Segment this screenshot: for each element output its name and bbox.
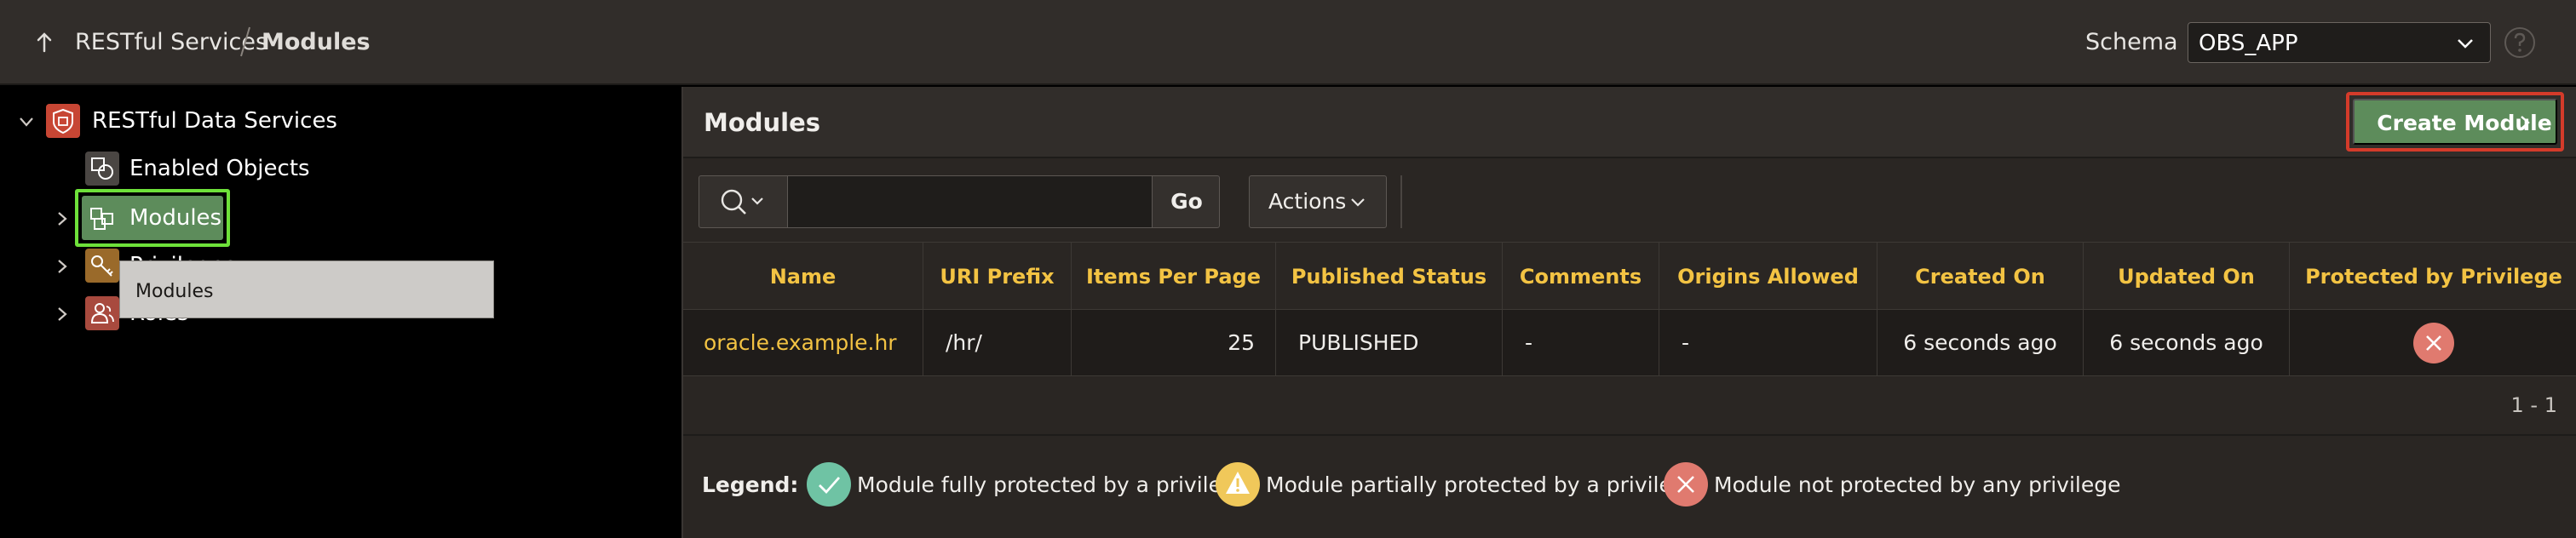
tooltip-text: Modules (135, 281, 214, 302)
chevron-down-icon[interactable] (17, 112, 36, 131)
chevron-right-icon[interactable] (53, 305, 72, 323)
tree-item-root[interactable]: RESTful Data Services (0, 99, 681, 143)
tree-label-enabled-objects: Enabled Objects (129, 156, 310, 181)
chevron-right-icon[interactable] (53, 257, 72, 276)
column-header-protected-by-privilege[interactable]: Protected by Privilege (2290, 243, 2576, 311)
rest-services-icon (46, 104, 80, 138)
schema-select[interactable]: OBS_APP (2188, 22, 2491, 63)
cell-updated-on: 6 seconds ago (2084, 310, 2290, 376)
chevron-right-icon (2521, 116, 2530, 129)
top-bar: RESTful Services Modules Schema OBS_APP (0, 0, 2576, 85)
table-row: oracle.example.hr /hr/ 25 PUBLISHED - - … (683, 310, 2576, 376)
tree-label-modules: Modules (129, 205, 222, 231)
go-button[interactable]: Go (1153, 176, 1221, 227)
roles-icon (85, 296, 119, 330)
chevron-down-icon (1351, 198, 1365, 207)
actions-menu-button[interactable]: Actions (1249, 175, 1387, 228)
cell-origins-allowed: - (1659, 310, 1877, 376)
modules-icon (85, 201, 119, 235)
page-title: Modules (704, 108, 821, 137)
fully-protected-icon (807, 462, 851, 507)
schema-label: Schema (2085, 29, 2178, 55)
column-header-created-on[interactable]: Created On (1877, 243, 2084, 311)
not-protected-icon (1664, 462, 1708, 507)
tooltip: Modules (119, 260, 494, 318)
column-header-updated-on[interactable]: Updated On (2084, 243, 2290, 311)
partially-protected-icon (1216, 462, 1260, 507)
table-header: Name URI Prefix Items Per Page Published… (683, 242, 2576, 311)
pagination: 1 - 1 (683, 376, 2576, 436)
cell-created-on: 6 seconds ago (1877, 310, 2084, 376)
cell-items-per-page: 25 (1072, 310, 1276, 376)
legend-title: Legend: (702, 472, 799, 497)
legend-not-protected: Module not protected by any privilege (1714, 472, 2121, 497)
tree-label-root: RESTful Data Services (92, 108, 337, 134)
column-header-comments[interactable]: Comments (1503, 243, 1659, 311)
search-group: Go (699, 175, 1220, 228)
not-protected-icon (2413, 323, 2454, 363)
actions-label: Actions (1268, 189, 1347, 214)
column-header-uri-prefix[interactable]: URI Prefix (923, 243, 1072, 311)
breadcrumb-current: Modules (262, 29, 371, 55)
legend: Legend: Module fully protected by a priv… (683, 438, 2576, 538)
report-toolbar: Go Actions (683, 160, 2576, 242)
column-header-name[interactable]: Name (683, 243, 923, 311)
search-input[interactable] (788, 176, 1153, 227)
legend-partially-protected: Module partially protected by a privileg… (1266, 472, 1699, 497)
legend-fully-protected: Module fully protected by a privilege (857, 472, 1249, 497)
key-icon (85, 249, 119, 283)
toolbar-divider (1400, 175, 1402, 228)
cell-comments: - (1503, 310, 1659, 376)
arrow-up-icon[interactable] (29, 27, 60, 58)
main-panel: Modules Create Module Go Actions Name UR… (681, 87, 2576, 538)
tree-item-enabled-objects[interactable]: Enabled Objects (0, 146, 681, 191)
help-icon[interactable] (2503, 26, 2537, 60)
column-header-published-status[interactable]: Published Status (1276, 243, 1503, 311)
column-header-origins-allowed[interactable]: Origins Allowed (1659, 243, 1877, 311)
chevron-right-icon[interactable] (53, 209, 72, 228)
search-icon (721, 189, 763, 215)
navigation-tree: RESTful Data Services Enabled Objects Mo… (0, 87, 681, 538)
row-count: 1 - 1 (2510, 393, 2557, 417)
cell-published-status: PUBLISHED (1276, 310, 1503, 376)
chevron-down-icon (2458, 39, 2473, 49)
enabled-objects-icon (85, 152, 119, 186)
cell-protected (2290, 310, 2576, 376)
schema-value: OBS_APP (2199, 31, 2298, 56)
cell-name-link[interactable]: oracle.example.hr (683, 310, 923, 376)
cell-uri-prefix: /hr/ (923, 310, 1072, 376)
breadcrumb-separator-icon (240, 26, 250, 57)
column-header-items-per-page[interactable]: Items Per Page (1072, 243, 1276, 311)
tree-item-modules[interactable]: Modules (0, 196, 681, 240)
search-column-button[interactable] (699, 176, 788, 227)
region-header: Modules Create Module (683, 87, 2576, 158)
